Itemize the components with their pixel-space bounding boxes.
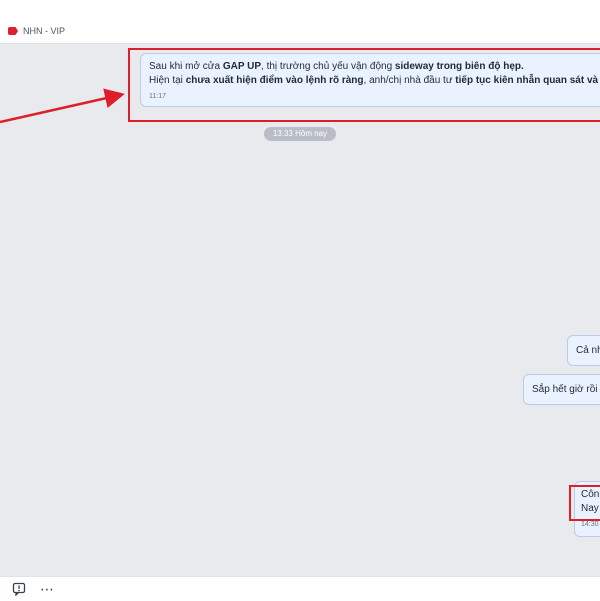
date-separator: 13:33 Hôm nay xyxy=(264,127,336,141)
message-text: Sắp hết giờ rồi c xyxy=(532,384,600,395)
bottom-toolbar: ⋯ xyxy=(0,576,600,601)
message-bubble-main[interactable]: Sau khi mở cửa GAP UP, thị trường chủ yế… xyxy=(140,53,600,107)
arrow-line xyxy=(0,88,125,124)
message-line-2: Hiện tại chưa xuất hiện điểm vào lệnh rõ… xyxy=(149,75,600,86)
message-bubble-right-2[interactable]: Sắp hết giờ rồi c xyxy=(523,374,600,405)
message-bubble-right-3[interactable]: Côn Nay 14:30 xyxy=(574,481,600,537)
group-tag[interactable]: NHN - VIP xyxy=(8,26,65,36)
message-line-1: Sau khi mở cửa GAP UP, thị trường chủ yế… xyxy=(149,61,524,72)
tag-icon xyxy=(8,27,18,35)
group-name: NHN - VIP xyxy=(23,26,66,36)
message-text: Cả nh xyxy=(576,345,600,356)
message-bubble-right-1[interactable]: Cả nh xyxy=(567,335,600,366)
chat-area[interactable]: Sau khi mở cửa GAP UP, thị trường chủ yế… xyxy=(0,44,600,576)
more-horizontal-icon[interactable]: ⋯ xyxy=(39,581,55,597)
quote-message-icon[interactable] xyxy=(11,581,27,597)
annotation-arrow xyxy=(0,88,125,124)
message-line-1: Côn xyxy=(581,489,600,500)
message-line-2: Nay xyxy=(581,503,599,514)
message-time: 14:30 xyxy=(581,521,599,528)
message-time: 11:17 xyxy=(149,93,166,100)
chat-header: NHN - VIP xyxy=(0,0,600,44)
